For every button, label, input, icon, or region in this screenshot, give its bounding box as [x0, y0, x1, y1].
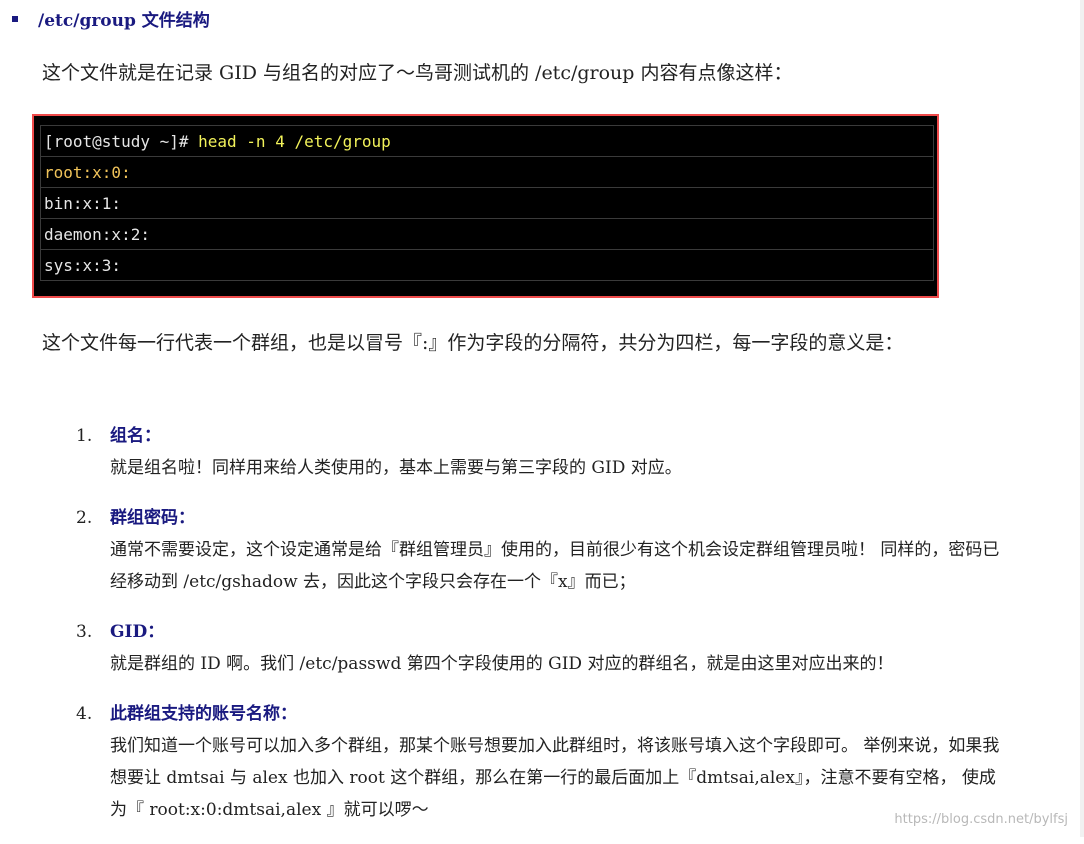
scrollbar[interactable]	[1080, 0, 1084, 837]
section-heading: /etc/group 文件结构	[12, 6, 210, 31]
terminal-output-line: root:x:0:	[40, 156, 934, 188]
item-number: 1.	[76, 426, 93, 446]
item-description: 就是组名啦！同样用来给人类使用的，基本上需要与第三字段的 GID 对应。	[110, 458, 682, 478]
item-number: 3.	[76, 622, 93, 642]
heading-text: /etc/group 文件结构	[38, 11, 210, 31]
item-number: 4.	[76, 704, 93, 724]
terminal-block: [root@study ~]# head -n 4 /etc/group roo…	[32, 114, 939, 298]
terminal-row: root:x:0:	[40, 156, 934, 188]
terminal-command: head -n 4 /etc/group	[198, 131, 391, 151]
item-title: 此群组支持的账号名称：	[110, 704, 297, 724]
terminal-output-line: bin:x:1:	[40, 187, 934, 219]
list-item: 2. 群组密码： 通常不需要设定，这个设定通常是给『群组管理员』使用的，目前很少…	[76, 502, 1036, 598]
item-title: 组名：	[110, 426, 161, 446]
square-bullet-icon	[12, 15, 18, 22]
terminal-row: [root@study ~]# head -n 4 /etc/group	[40, 125, 934, 157]
terminal-output-line: sys:x:3:	[40, 249, 934, 281]
item-description: 就是群组的 ID 啊。我们 /etc/passwd 第四个字段使用的 GID 对…	[110, 654, 894, 674]
field-list: 1. 组名： 就是组名啦！同样用来给人类使用的，基本上需要与第三字段的 GID …	[76, 420, 1036, 844]
item-number: 2.	[76, 508, 93, 528]
terminal-prompt: [root@study ~]#	[44, 131, 199, 151]
terminal-table: [root@study ~]# head -n 4 /etc/group roo…	[40, 125, 934, 281]
terminal-row: sys:x:3:	[40, 249, 934, 281]
terminal-output-line: daemon:x:2:	[40, 218, 934, 250]
watermark: https://blog.csdn.net/bylfsj	[894, 812, 1068, 827]
item-title: GID：	[110, 622, 165, 642]
item-title: 群组密码：	[110, 508, 195, 528]
list-item: 4. 此群组支持的账号名称： 我们知道一个账号可以加入多个群组，那某个账号想要加…	[76, 698, 1036, 826]
list-item: 3. GID： 就是群组的 ID 啊。我们 /etc/passwd 第四个字段使…	[76, 616, 1036, 680]
item-description: 通常不需要设定，这个设定通常是给『群组管理员』使用的，目前很少有这个机会设定群组…	[110, 540, 1000, 592]
terminal-row: bin:x:1:	[40, 187, 934, 219]
explanation-paragraph: 这个文件每一行代表一个群组，也是以冒号『:』作为字段的分隔符，共分为四栏，每一字…	[42, 332, 904, 354]
intro-paragraph: 这个文件就是在记录 GID 与组名的对应了～鸟哥测试机的 /etc/group …	[42, 62, 793, 84]
item-description: 我们知道一个账号可以加入多个群组，那某个账号想要加入此群组时，将该账号填入这个字…	[110, 736, 1000, 820]
terminal-row: daemon:x:2:	[40, 218, 934, 250]
list-item: 1. 组名： 就是组名啦！同样用来给人类使用的，基本上需要与第三字段的 GID …	[76, 420, 1036, 484]
